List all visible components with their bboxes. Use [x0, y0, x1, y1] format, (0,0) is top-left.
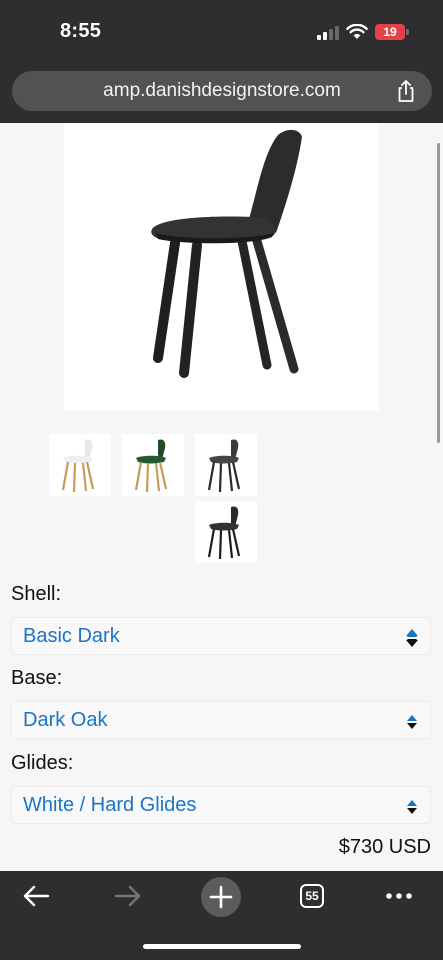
- thumbnail-white-chair[interactable]: [49, 434, 111, 496]
- arrow-left-icon[interactable]: [22, 884, 50, 908]
- base-select[interactable]: Dark Oak: [11, 701, 431, 739]
- url-text: amp.danishdesignstore.com: [103, 80, 341, 101]
- thumbnail-dark-chair-2[interactable]: [195, 501, 257, 563]
- select-arrows-icon: [406, 629, 418, 647]
- product-price: $730 USD: [338, 836, 431, 858]
- thumbnail-green-chair[interactable]: [122, 434, 184, 496]
- chair-image: [151, 129, 302, 378]
- glides-select[interactable]: White / Hard Glides: [11, 786, 431, 824]
- tabs-icon[interactable]: 55: [300, 884, 324, 908]
- select-arrows-icon: [407, 800, 417, 814]
- scroll-indicator[interactable]: [437, 143, 440, 443]
- select-arrows-icon: [407, 715, 417, 729]
- base-label: Base:: [11, 667, 63, 689]
- plus-icon: [209, 885, 233, 909]
- arrow-right-icon[interactable]: [114, 884, 142, 908]
- share-icon[interactable]: [393, 78, 419, 104]
- base-value: Dark Oak: [23, 709, 108, 731]
- shell-label: Shell:: [11, 583, 62, 605]
- address-bar[interactable]: amp.danishdesignstore.com: [12, 71, 432, 111]
- product-main-image[interactable]: [64, 123, 379, 411]
- bottom-toolbar: 55: [0, 871, 443, 960]
- glides-label: Glides:: [11, 752, 74, 774]
- shell-select[interactable]: Basic Dark: [11, 617, 431, 655]
- ellipsis-icon[interactable]: [385, 892, 413, 900]
- top-chrome: 8:55 19 amp.danishdesignstore.com: [0, 0, 443, 123]
- signal-icon: [317, 24, 341, 40]
- status-time: 8:55: [60, 20, 102, 42]
- wifi-icon: [346, 24, 368, 39]
- shell-value: Basic Dark: [23, 625, 120, 647]
- thumbnail-dark-chair-1[interactable]: [195, 434, 257, 496]
- glides-value: White / Hard Glides: [23, 794, 197, 816]
- home-indicator: [143, 944, 301, 949]
- new-tab-button[interactable]: [201, 877, 241, 917]
- battery-icon: 19: [375, 24, 405, 40]
- battery-nub: [406, 29, 409, 35]
